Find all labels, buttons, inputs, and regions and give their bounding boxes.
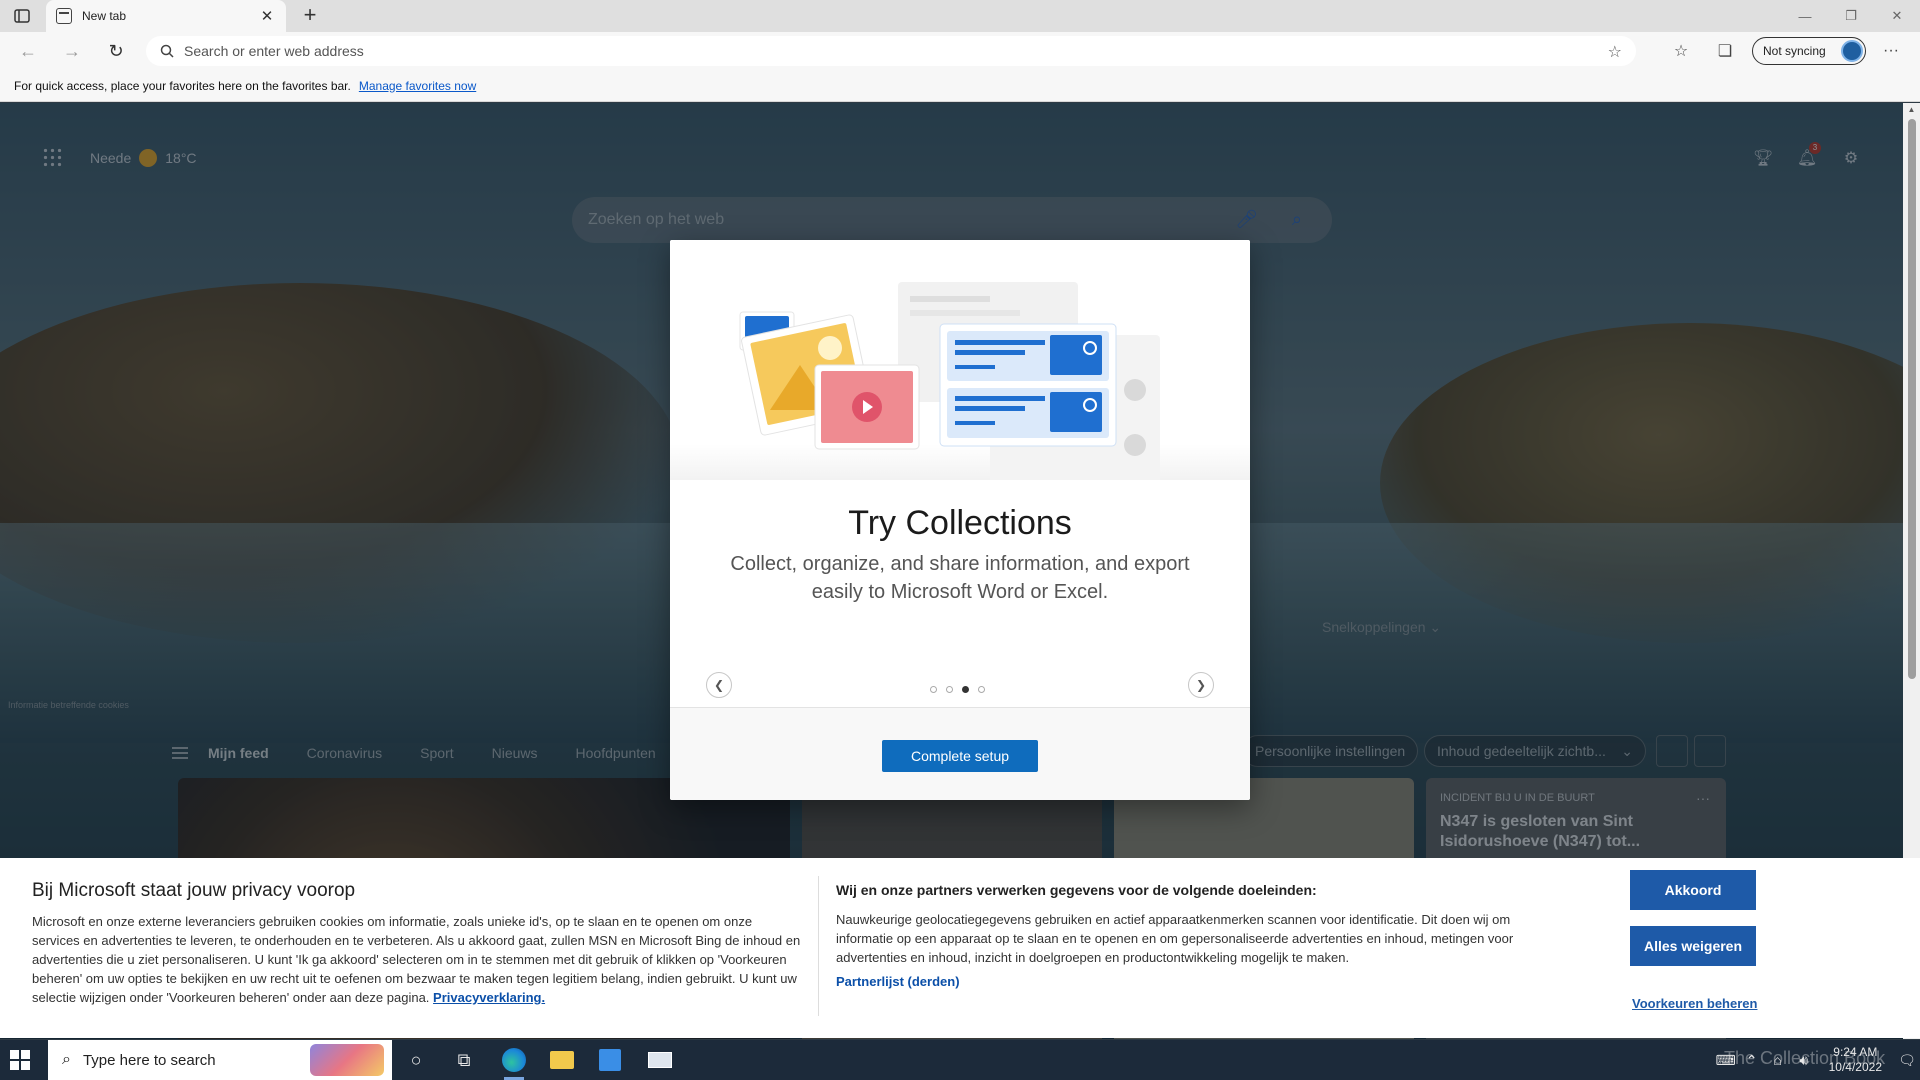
privacy-statement-link[interactable]: Privacyverklaring. [433,990,545,1005]
collections-onboarding-dialog: Try Collections Collect, organize, and s… [670,240,1250,800]
search-highlight-image[interactable] [310,1044,384,1076]
complete-setup-button[interactable]: Complete setup [882,740,1038,772]
purposes-title: Wij en onze partners verwerken gegevens … [836,882,1317,898]
close-tab-icon[interactable]: ✕ [258,7,276,25]
dialog-footer: Complete setup [670,707,1250,800]
taskbar-clock[interactable]: 9:24 AM 10/4/2022 [1817,1045,1894,1075]
consent-divider [818,876,819,1016]
tab-title: New tab [82,9,127,23]
dialog-description: Collect, organize, and share information… [730,553,1190,603]
chevron-right-icon: ❯ [1195,678,1207,692]
profile-avatar [1841,40,1863,62]
clock-time: 9:24 AM [1833,1045,1878,1059]
microsoft-store-icon [599,1049,621,1071]
search-icon: ⌕ [62,1051,71,1068]
carousel-previous-button[interactable]: ❮ [706,672,732,698]
carousel-next-button[interactable]: ❯ [1188,672,1214,698]
carousel-dot[interactable] [930,686,937,693]
taskbar-mail-app[interactable] [640,1044,680,1076]
add-favorite-icon[interactable]: ☆ [1608,42,1622,62]
tab-bar: New tab ✕ + — ❐ ✕ [0,0,1920,32]
accept-button[interactable]: Akkoord [1630,870,1756,910]
back-button[interactable]: ← [14,37,42,65]
system-tray: ⌨ ⌃ ⌂ 🔊︎ 9:24 AM 10/4/2022 🗨︎ [1713,1040,1920,1080]
edge-browser-icon [502,1048,526,1072]
clock-date: 10/4/2022 [1828,1060,1882,1074]
file-explorer-icon [550,1051,574,1069]
privacy-consent-banner: Bij Microsoft staat jouw privacy voorop … [0,858,1920,1038]
collections-illustration-art [739,282,1160,485]
carousel-dot[interactable] [946,686,953,693]
cortana-icon[interactable]: ○ [396,1044,436,1076]
taskbar-search-placeholder: Type here to search [82,1051,216,1069]
taskbar-store-app[interactable] [590,1044,630,1076]
scrollbar-thumb[interactable] [1908,119,1916,679]
search-icon [160,44,174,58]
taskbar-search-box[interactable]: ⌕ Type here to search [48,1040,392,1080]
consent-title: Bij Microsoft staat jouw privacy voorop [32,880,356,901]
notification-center-icon[interactable]: 🗨︎ [1894,1052,1920,1069]
sync-label: Not syncing [1763,44,1826,58]
windows-start-icon[interactable] [10,1050,30,1070]
address-bar[interactable]: Search or enter web address ☆ [146,36,1636,66]
close-window-button[interactable]: ✕ [1874,0,1920,32]
favorites-bar: For quick access, place your favorites h… [0,70,1920,102]
keyboard-icon[interactable]: ⌨ [1713,1052,1739,1069]
purposes-body: Nauwkeurige geolocatiegegevens gebruiken… [836,912,1514,965]
forward-button[interactable]: → [58,37,86,65]
consent-body-text: Microsoft en onze externe leveranciers g… [32,914,801,1005]
manage-preferences-link[interactable]: Voorkeuren beheren [1632,996,1757,1011]
reject-all-button[interactable]: Alles weigeren [1630,926,1756,966]
window-controls: — ❐ ✕ [1782,0,1920,32]
address-placeholder: Search or enter web address [184,43,364,59]
task-view-icon[interactable]: ⧉ [444,1044,484,1076]
more-options-icon[interactable]: ··· [1878,38,1904,64]
maximize-button[interactable]: ❐ [1828,0,1874,32]
sync-status-button[interactable]: Not syncing [1752,37,1866,65]
carousel-dot[interactable] [978,686,985,693]
windows-taskbar: ⌕ Type here to search ○ ⧉ The Collection… [0,1040,1920,1080]
taskbar-file-explorer-app[interactable] [542,1044,582,1076]
mail-icon [648,1052,672,1068]
tab-actions-icon [14,9,30,23]
favorites-icon[interactable]: ☆ [1668,38,1694,64]
new-tab-button[interactable]: + [296,2,324,30]
chevron-left-icon: ❮ [713,678,725,692]
manage-favorites-link[interactable]: Manage favorites now [359,79,476,93]
tab-new-tab[interactable]: New tab ✕ [46,0,286,32]
tab-actions-button[interactable] [10,4,34,28]
favorites-bar-hint: For quick access, place your favorites h… [14,78,351,93]
minimize-button[interactable]: — [1782,0,1828,32]
volume-icon[interactable]: 🔊︎ [1791,1052,1817,1069]
refresh-button[interactable]: ↻ [102,37,130,65]
carousel-dot-active[interactable] [962,686,969,693]
collections-illustration [670,240,1250,485]
consent-body: Microsoft en onze externe leveranciers g… [32,912,802,1007]
show-hidden-icons-icon[interactable]: ⌃ [1739,1052,1765,1069]
collections-icon[interactable]: ❏ [1712,38,1738,64]
partner-list-link[interactable]: Partnerlijst (derden) [836,974,960,989]
taskbar-edge-app[interactable] [494,1044,534,1080]
network-icon[interactable]: ⌂ [1765,1052,1791,1068]
scroll-up-arrow-icon[interactable]: ▲ [1907,105,1916,114]
new-tab-page-icon [56,8,72,24]
browser-toolbar: ← → ↻ Search or enter web address ☆ ☆ ❏ … [0,32,1920,70]
carousel-pagination [930,686,985,693]
dialog-title: Try Collections [848,504,1072,542]
